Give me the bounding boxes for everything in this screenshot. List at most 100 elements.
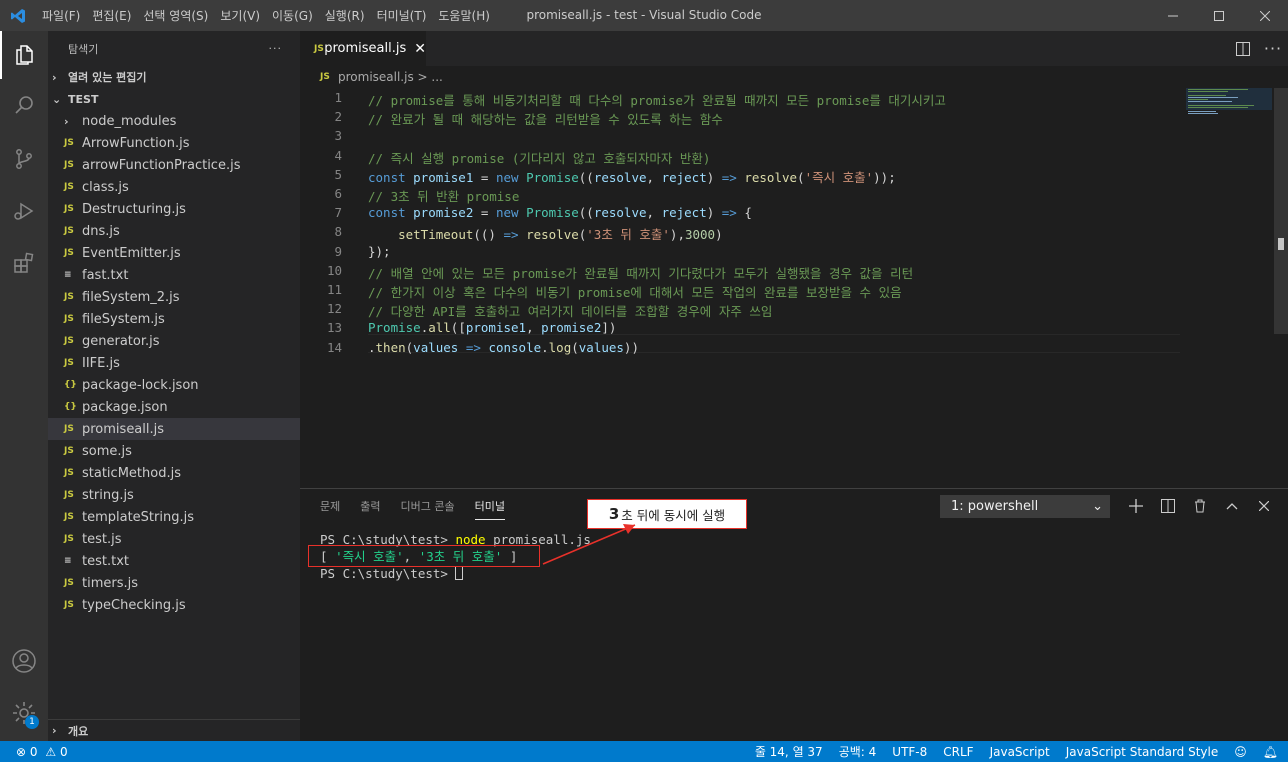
kill-terminal-icon[interactable] (1184, 493, 1216, 519)
file-item[interactable]: JS arrowFunctionPractice.js (48, 154, 300, 176)
panel-tab[interactable]: 문제 (320, 498, 340, 520)
menu-item[interactable]: 이동(G) (272, 9, 313, 23)
error-icon: ⊗ (16, 744, 27, 759)
code-line: // 배열 안에 있는 모든 promise가 완료될 때까지 기다렸다가 모두… (368, 265, 914, 281)
file-label: node_modules (82, 113, 177, 129)
line-number: 7 (334, 205, 342, 221)
file-item[interactable]: JS promiseall.js (48, 418, 300, 440)
cursor-position[interactable]: 줄 14, 열 37 (755, 743, 823, 760)
run-debug-icon[interactable] (0, 187, 48, 235)
problems-indicator[interactable]: ⊗ 0 ⚠ 0 (16, 745, 68, 759)
file-item[interactable]: JS EventEmitter.js (48, 242, 300, 264)
chevron-right-icon: › (52, 70, 57, 84)
menu-item[interactable]: 편집(E) (92, 9, 131, 23)
file-item[interactable]: JS timers.js (48, 572, 300, 594)
editor-scrollbar[interactable] (1274, 88, 1288, 488)
search-icon[interactable] (0, 81, 48, 129)
file-item[interactable]: JS generator.js (48, 330, 300, 352)
file-item[interactable]: JS test.js (48, 528, 300, 550)
split-terminal-icon[interactable] (1152, 493, 1184, 519)
file-item[interactable]: JS staticMethod.js (48, 462, 300, 484)
language-mode[interactable]: JavaScript (990, 745, 1050, 759)
linter-status[interactable]: JavaScript Standard Style (1066, 745, 1219, 759)
file-item[interactable]: JS Destructuring.js (48, 198, 300, 220)
notifications-bell-icon[interactable]: 🔔︎ (1263, 745, 1278, 759)
file-item[interactable]: JS IIFE.js (48, 352, 300, 374)
more-actions-button[interactable]: ··· (269, 42, 283, 55)
file-item[interactable]: JS ArrowFunction.js (48, 132, 300, 154)
js-file-icon: JS (320, 72, 330, 82)
warning-icon: ⚠ (45, 744, 57, 759)
maximize-panel-icon[interactable] (1216, 493, 1248, 519)
file-item[interactable]: JS string.js (48, 484, 300, 506)
text-file-icon: ≡ (64, 556, 72, 566)
feedback-icon[interactable]: ☺ (1234, 745, 1247, 759)
tab-label: promiseall.js (324, 41, 407, 56)
file-label: fileSystem.js (82, 311, 165, 327)
panel-tab[interactable]: 출력 (360, 498, 380, 520)
account-icon[interactable] (0, 637, 48, 685)
code-editor[interactable]: 1 // promise를 통해 비동기처리할 때 다수의 promise가 완료… (300, 88, 1288, 488)
menu-item[interactable]: 실행(R) (325, 9, 365, 23)
file-item[interactable]: JS typeChecking.js (48, 594, 300, 616)
open-editors-section[interactable]: › 열려 있는 편집기 (48, 66, 300, 88)
file-item[interactable]: › node_modules (48, 110, 300, 132)
tab-promiseall[interactable]: JS promiseall.js ✕ (300, 31, 426, 66)
menu-item[interactable]: 도움말(H) (438, 9, 490, 23)
editor-tabs: JS promiseall.js ✕ ··· (300, 31, 1288, 66)
minimize-button[interactable] (1150, 0, 1196, 31)
source-control-icon[interactable] (0, 135, 48, 183)
code-line: // promise를 통해 비동기처리할 때 다수의 promise가 완료될… (368, 93, 946, 108)
breadcrumb[interactable]: JS promiseall.js > ... (300, 66, 1288, 88)
minimap[interactable] (1186, 88, 1276, 118)
extensions-icon[interactable] (0, 239, 48, 287)
line-number: 4 (334, 147, 342, 163)
close-panel-icon[interactable] (1248, 493, 1280, 519)
encoding[interactable]: UTF-8 (892, 745, 927, 759)
panel-tabs: 문제 출력 디버그 콘솔 터미널 (320, 498, 525, 520)
js-file-icon: JS (64, 358, 74, 368)
menu-item[interactable]: 선택 영역(S) (143, 9, 208, 23)
code-line: const promise2 = new Promise((resolve, r… (368, 205, 752, 221)
file-label: class.js (82, 179, 129, 195)
line-number: 1 (334, 90, 342, 105)
explorer-icon[interactable] (0, 31, 48, 79)
file-item[interactable]: ≡ test.txt (48, 550, 300, 572)
outline-section[interactable]: › 개요 (48, 719, 300, 741)
code-line: .then(values => console.log(values)) (368, 339, 639, 355)
file-item[interactable]: JS fileSystem.js (48, 308, 300, 330)
file-item[interactable]: JS dns.js (48, 220, 300, 242)
file-item[interactable]: JS some.js (48, 440, 300, 462)
code-line: // 다양한 API를 호출하고 여러가지 데이터를 조합할 경우에 자주 쓰임 (368, 304, 773, 320)
terminal-select[interactable]: 1: powershell ⌄ (940, 495, 1110, 518)
line-number: 12 (326, 301, 342, 317)
file-item[interactable]: ≡ fast.txt (48, 264, 300, 286)
js-file-icon: JS (64, 182, 74, 192)
file-item[interactable]: JS templateString.js (48, 506, 300, 528)
code-line: }); (368, 243, 391, 259)
line-number: 10 (326, 262, 342, 278)
close-button[interactable] (1242, 0, 1288, 31)
file-item[interactable]: JS class.js (48, 176, 300, 198)
menu-item[interactable]: 터미널(T) (377, 9, 427, 23)
panel-tab[interactable]: 터미널 (474, 498, 505, 520)
maximize-button[interactable] (1196, 0, 1242, 31)
menu-item[interactable]: 파일(F) (42, 9, 80, 23)
line-ending[interactable]: CRLF (943, 745, 973, 759)
file-item[interactable]: {} package.json (48, 396, 300, 418)
terminal-cursor (455, 566, 464, 580)
new-terminal-icon[interactable] (1120, 493, 1152, 519)
split-editor-icon[interactable] (1228, 31, 1258, 66)
settings-badge: 1 (25, 715, 39, 729)
file-item[interactable]: JS fileSystem_2.js (48, 286, 300, 308)
close-tab-icon[interactable]: ✕ (414, 41, 426, 57)
file-label: test.txt (82, 553, 129, 569)
json-file-icon: {} (64, 402, 77, 412)
folder-section-test[interactable]: ⌄ TEST (48, 88, 300, 110)
indentation[interactable]: 공백: 4 (839, 743, 877, 760)
more-actions-icon[interactable]: ··· (1258, 31, 1288, 66)
menu-item[interactable]: 보기(V) (220, 9, 260, 23)
file-item[interactable]: {} package-lock.json (48, 374, 300, 396)
panel-tab[interactable]: 디버그 콘솔 (401, 498, 455, 520)
settings-gear-icon[interactable]: 1 (0, 689, 48, 737)
